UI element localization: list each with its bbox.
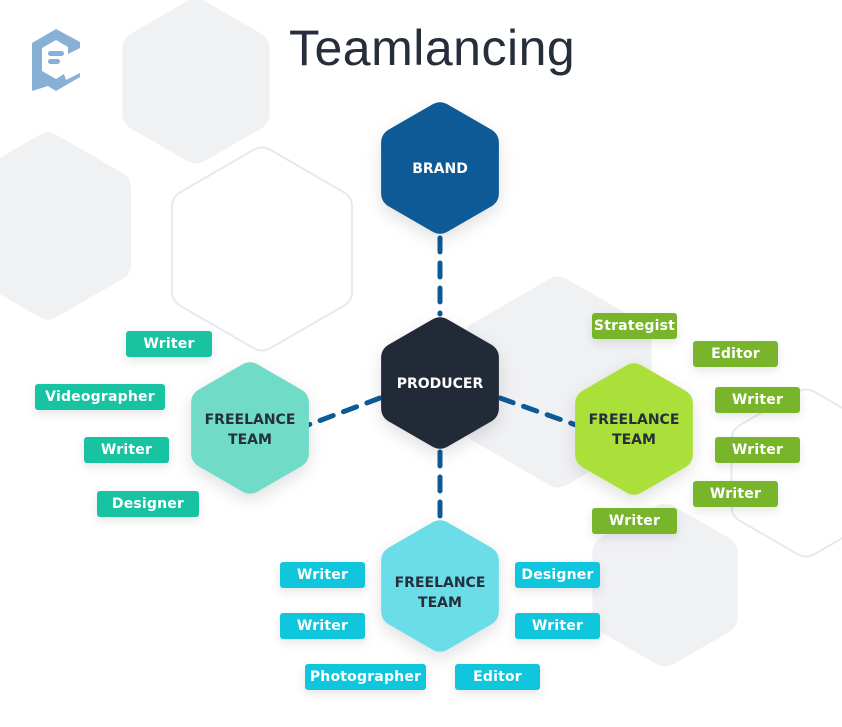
role-tag-right-writer: Writer	[693, 481, 778, 507]
role-tag-right-writer: Writer	[715, 437, 800, 463]
team-left-label: FREELANCE TEAM	[205, 410, 296, 450]
page-title: Teamlancing	[289, 20, 576, 76]
background-hexagon	[170, 146, 354, 352]
role-tag-bottom-editor: Editor	[455, 664, 540, 690]
team-right-label-line2: TEAM	[612, 432, 656, 448]
contently-logo-icon	[32, 29, 80, 91]
role-tag-left-writer: Writer	[126, 331, 212, 357]
background-hexagon	[730, 388, 842, 558]
background-hexagon	[122, 0, 270, 164]
brand-node-label: BRAND	[412, 161, 468, 177]
background-hexagon	[0, 132, 132, 320]
team-bottom-label: FREELANCE TEAM	[395, 573, 486, 613]
team-bottom-label-line2: TEAM	[418, 595, 462, 611]
role-tag-left-designer: Designer	[97, 491, 199, 517]
role-tag-bottom-writer: Writer	[280, 613, 365, 639]
role-tag-bottom-designer: Designer	[515, 562, 600, 588]
role-tag-bottom-photographer: Photographer	[305, 664, 426, 690]
role-tag-right-editor: Editor	[693, 341, 778, 367]
role-tag-left-writer: Writer	[84, 437, 169, 463]
team-left-label-line2: TEAM	[228, 432, 272, 448]
team-right-label: FREELANCE TEAM	[589, 410, 680, 450]
producer-node-label: PRODUCER	[396, 376, 484, 392]
team-left-label-line1: FREELANCE	[204, 412, 296, 428]
role-tag-bottom-writer: Writer	[280, 562, 365, 588]
role-tag-right-strategist: Strategist	[592, 313, 677, 339]
team-right-label-line1: FREELANCE	[588, 412, 680, 428]
role-tag-right-writer: Writer	[592, 508, 677, 534]
connector-producer-team-left	[305, 395, 383, 428]
role-tag-left-videographer: Videographer	[35, 384, 165, 410]
role-tag-bottom-writer: Writer	[515, 613, 600, 639]
role-tag-right-writer: Writer	[715, 387, 800, 413]
team-bottom-label-line1: FREELANCE	[394, 575, 486, 591]
